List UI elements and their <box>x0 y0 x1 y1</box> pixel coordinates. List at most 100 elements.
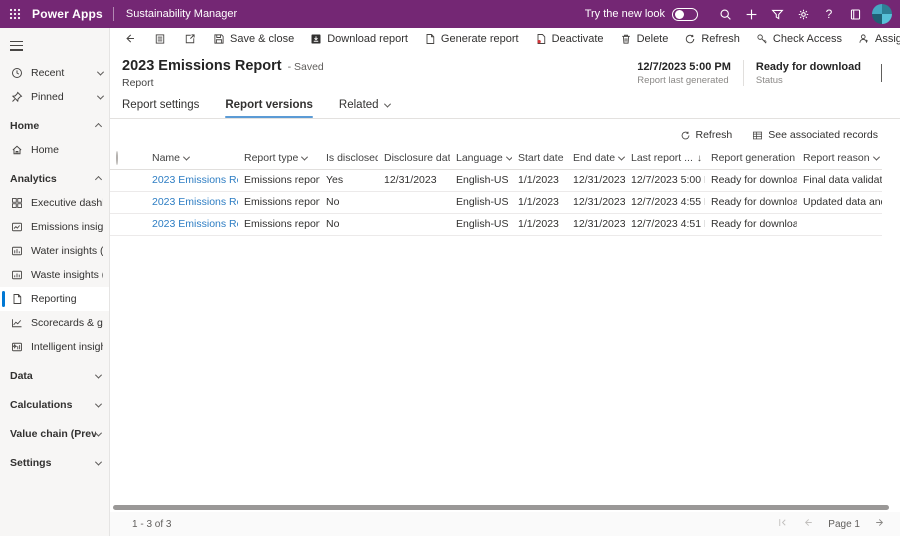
chevron-down-icon <box>95 371 102 378</box>
sparkle-chart-icon <box>10 341 23 354</box>
delete-button[interactable]: Delete <box>612 28 677 49</box>
book-icon[interactable] <box>842 0 868 28</box>
assign-button[interactable]: Assign <box>850 28 900 49</box>
search-icon[interactable] <box>712 0 738 28</box>
record-link[interactable]: 2023 Emissions Report <box>152 174 238 186</box>
column-header-report-type[interactable]: Report type <box>238 148 320 169</box>
app-title[interactable]: Sustainability Manager <box>114 8 237 20</box>
pagination: Page 1 <box>777 517 886 531</box>
hamburger-menu-icon[interactable] <box>0 32 109 61</box>
entity-type-label: Report <box>122 77 637 89</box>
table-row[interactable]: 2023 Emissions Report Emissions report Y… <box>110 169 882 191</box>
first-page-icon[interactable] <box>777 517 788 531</box>
sidebar-group-value-chain[interactable]: Value chain (Preview) <box>0 422 109 446</box>
back-button[interactable] <box>114 28 145 49</box>
sidebar-group-settings[interactable]: Settings <box>0 451 109 475</box>
sidebar-item-pinned[interactable]: Pinned <box>0 85 109 109</box>
line-chart-icon <box>10 317 23 330</box>
form-switcher-icon[interactable] <box>145 28 175 49</box>
chevron-down-icon <box>97 68 104 75</box>
sidebar-item-emissions-insights[interactable]: Emissions insights <box>0 215 109 239</box>
record-header: 2023 Emissions Report - Saved Report 12/… <box>110 49 900 89</box>
sidebar-group-calculations[interactable]: Calculations <box>0 393 109 417</box>
page-number-label: Page 1 <box>828 519 860 530</box>
status-value: Ready for download <box>756 61 861 73</box>
report-document-icon <box>10 293 23 306</box>
sidebar-item-scorecards-goals[interactable]: Scorecards & goals <box>0 311 109 335</box>
horizontal-scrollbar[interactable] <box>110 503 900 512</box>
popout-icon[interactable] <box>175 28 205 49</box>
top-app-bar: Power Apps Sustainability Manager Try th… <box>0 0 900 28</box>
left-navigation: Recent Pinned Home Home A <box>0 28 110 536</box>
record-link[interactable]: 2023 Emissions Report <box>152 218 238 230</box>
filter-icon[interactable] <box>764 0 790 28</box>
previous-page-icon[interactable] <box>802 517 814 531</box>
sidebar-group-home[interactable]: Home <box>0 114 109 138</box>
sidebar-item-executive-dashboard[interactable]: Executive dashboard <box>0 191 109 215</box>
new-look-toggle[interactable]: Try the new look <box>585 8 698 21</box>
deactivate-button[interactable]: Deactivate <box>527 28 612 49</box>
chevron-down-icon <box>95 429 102 436</box>
see-associated-records-button[interactable]: See associated records <box>744 126 886 144</box>
toggle-switch[interactable] <box>672 8 698 21</box>
tab-bar: Report settings Report versions Related <box>110 89 900 119</box>
select-all-checkbox[interactable] <box>116 151 118 165</box>
brand-name[interactable]: Power Apps <box>30 7 113 21</box>
column-header-report-reason[interactable]: Report reason <box>797 148 882 169</box>
user-avatar[interactable] <box>872 4 892 24</box>
check-access-button[interactable]: Check Access <box>748 28 850 49</box>
stat-divider <box>743 60 744 86</box>
status-stat: Ready for download Status <box>756 61 861 86</box>
record-link[interactable]: 2023 Emissions Report <box>152 196 238 208</box>
table-row[interactable]: 2023 Emissions Report Emissions report N… <box>110 213 882 235</box>
sidebar-group-analytics[interactable]: Analytics <box>0 167 109 191</box>
column-header-disclosure-date[interactable]: Disclosure date <box>378 148 450 169</box>
header-expand-chevron[interactable] <box>877 60 886 86</box>
last-generated-stat: 12/7/2023 5:00 PM Report last generated <box>637 61 731 86</box>
table-row[interactable]: 2023 Emissions Report Emissions report N… <box>110 191 882 213</box>
sidebar-group-data[interactable]: Data <box>0 364 109 388</box>
insights-icon <box>10 221 23 234</box>
save-and-close-button[interactable]: Save & close <box>205 28 302 49</box>
home-icon <box>10 144 23 157</box>
sidebar-item-recent[interactable]: Recent <box>0 61 109 85</box>
column-header-is-disclosed[interactable]: Is disclosed <box>320 148 378 169</box>
help-icon[interactable]: ? <box>816 0 842 28</box>
record-range-label: 1 - 3 of 3 <box>132 519 171 530</box>
sidebar-item-home[interactable]: Home <box>0 138 109 162</box>
row-select-cell[interactable] <box>110 191 146 213</box>
column-header-language[interactable]: Language <box>450 148 512 169</box>
sidebar-item-water-insights[interactable]: Water insights (previ... <box>0 239 109 263</box>
column-header-start-date[interactable]: Start date <box>512 148 567 169</box>
clock-icon <box>10 67 23 80</box>
tab-report-versions[interactable]: Report versions <box>225 99 313 118</box>
main-content: Save & close Download report Generate re… <box>110 28 900 536</box>
saved-badge: - Saved <box>288 61 324 73</box>
new-look-label: Try the new look <box>585 8 665 20</box>
chevron-down-icon <box>97 92 104 99</box>
download-report-button[interactable]: Download report <box>302 28 416 49</box>
sidebar-item-intelligent-insights[interactable]: Intelligent insights (p... <box>0 335 109 359</box>
settings-gear-icon[interactable] <box>790 0 816 28</box>
grid-refresh-button[interactable]: Refresh <box>672 126 741 144</box>
tab-related[interactable]: Related <box>339 99 390 118</box>
sidebar-item-reporting[interactable]: Reporting <box>0 287 109 311</box>
column-header-report-generation[interactable]: Report generation ... <box>705 148 797 169</box>
chevron-down-icon <box>95 458 102 465</box>
tab-report-settings[interactable]: Report settings <box>122 99 199 118</box>
status-label: Status <box>756 75 861 86</box>
column-header-name[interactable]: Name <box>146 148 238 169</box>
dashboard-icon <box>10 197 23 210</box>
row-select-cell[interactable] <box>110 169 146 191</box>
refresh-button[interactable]: Refresh <box>676 28 748 49</box>
column-header-last-report[interactable]: Last report ...↓ <box>625 148 705 169</box>
column-header-end-date[interactable]: End date <box>567 148 625 169</box>
sidebar-item-waste-insights[interactable]: Waste insights (previ... <box>0 263 109 287</box>
row-select-cell[interactable] <box>110 213 146 235</box>
grid-toolbar: Refresh See associated records <box>110 119 900 148</box>
plus-icon[interactable] <box>738 0 764 28</box>
generate-report-button[interactable]: Generate report <box>416 28 527 49</box>
page-title: 2023 Emissions Report <box>122 58 282 74</box>
next-page-icon[interactable] <box>874 517 886 531</box>
app-launcher-icon[interactable] <box>0 0 30 28</box>
